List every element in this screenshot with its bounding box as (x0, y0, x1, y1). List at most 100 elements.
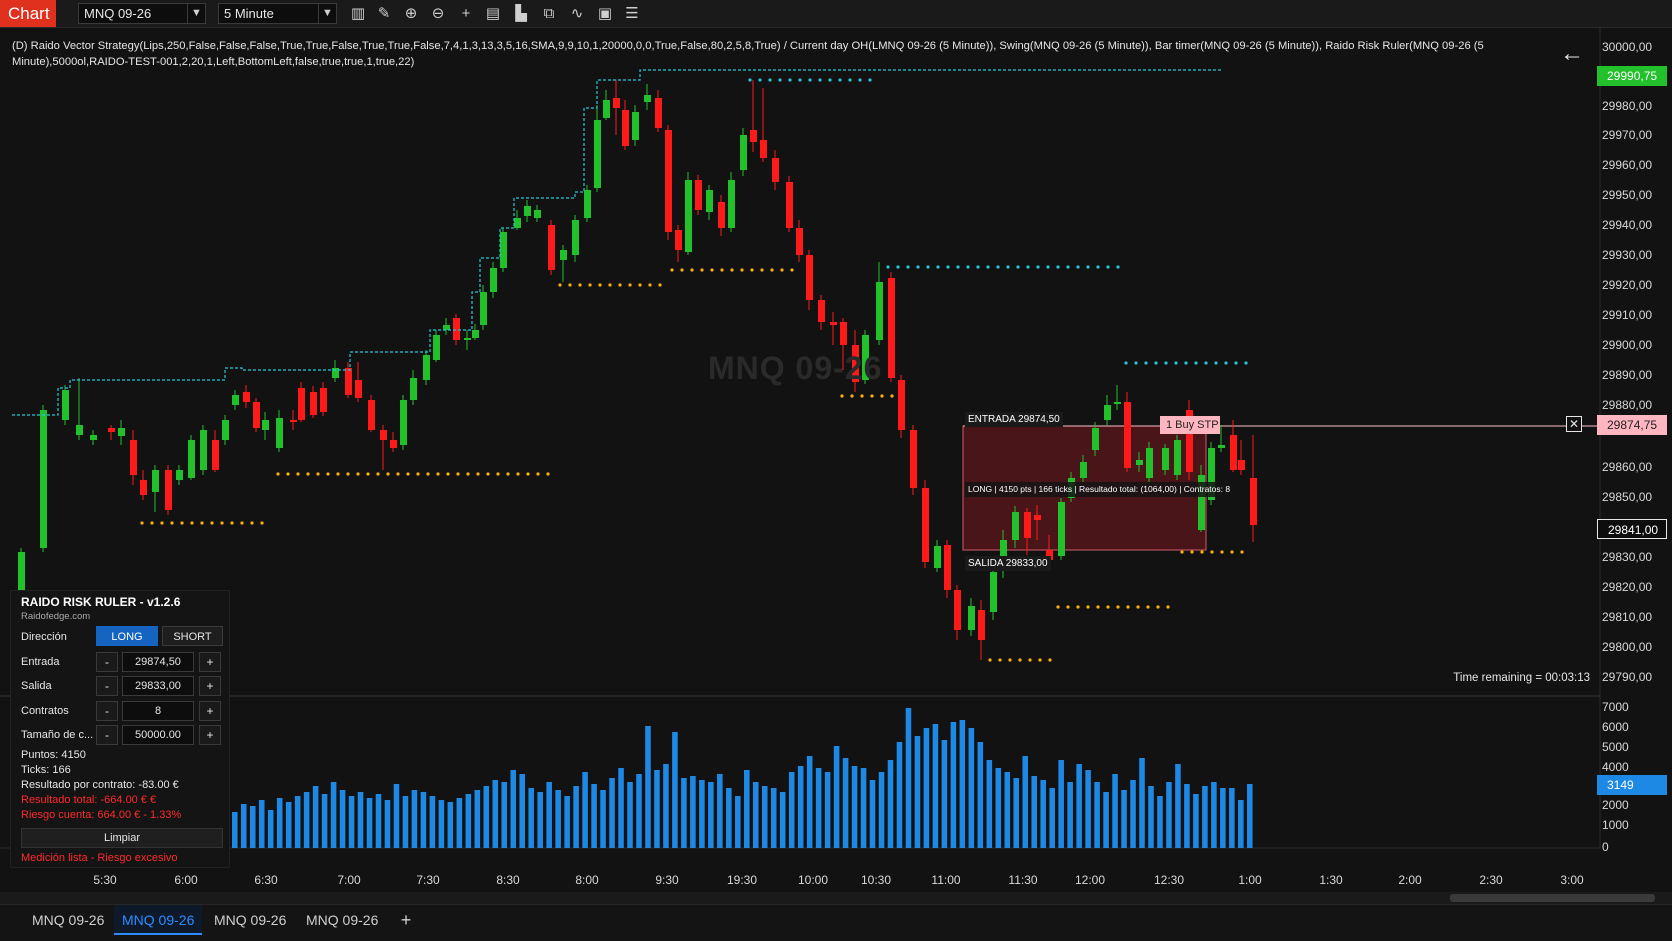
tab-chart-3[interactable]: MNQ 09-26 (206, 905, 294, 935)
entry-plus-button[interactable]: + (199, 652, 221, 672)
volume-bar (303, 792, 310, 848)
interval-select[interactable]: 5 Minute ▼ (218, 3, 337, 24)
tab-chart-1[interactable]: MNQ 09-26 (24, 905, 112, 935)
entry-field[interactable]: 29874,50 (122, 652, 194, 672)
swing-low-dot (720, 268, 724, 272)
price-axis-label: 29880,00 (1602, 398, 1653, 412)
chart-tab[interactable]: Chart (0, 0, 56, 27)
order-tag[interactable]: 1 Buy STP (1160, 416, 1220, 434)
price-axis-label: 29860,00 (1602, 460, 1653, 474)
swing-low-dot (1018, 658, 1022, 662)
size-field[interactable]: 50000.00 (122, 725, 194, 745)
swing-low-dot (1126, 605, 1130, 609)
price-axis-label: 29900,00 (1602, 338, 1653, 352)
swing-high-dot (768, 78, 772, 82)
candle-body (1250, 478, 1257, 525)
candle-body (796, 228, 803, 255)
swing-high-dot (1204, 361, 1208, 365)
volume-axis-label: 5000 (1602, 740, 1629, 754)
long-button[interactable]: LONG (96, 626, 158, 646)
data-box-icon[interactable]: ▙ (511, 4, 531, 24)
swing-high-dot (798, 78, 802, 82)
exit-field[interactable]: 29833,00 (122, 676, 194, 696)
candle-body (18, 552, 25, 590)
volume-bar (708, 782, 714, 848)
volume-bar (1013, 778, 1020, 848)
swing-high-dot (788, 78, 792, 82)
bar-type-icon[interactable]: ▥ (348, 4, 368, 24)
volume-bar (285, 802, 292, 848)
price-chart[interactable] (0, 28, 1672, 904)
volume-bar (770, 788, 777, 848)
swing-low-dot (1066, 605, 1070, 609)
volume-bar (555, 790, 561, 848)
candle-body (1238, 460, 1245, 470)
instrument-select[interactable]: MNQ 09-26 ▼ (78, 3, 206, 24)
candle-body (500, 232, 507, 268)
entry-minus-button[interactable]: - (96, 652, 118, 672)
candle-body (1092, 428, 1099, 450)
volume-bar (887, 760, 894, 848)
time-axis-label: 6:00 (174, 873, 198, 887)
template-icon[interactable]: ▣ (595, 4, 615, 24)
size-plus-button[interactable]: + (199, 725, 221, 745)
size-minus-button[interactable]: - (96, 725, 118, 745)
swing-low-dot (1156, 605, 1160, 609)
clear-button[interactable]: Limpiar (21, 828, 223, 848)
candle-body (830, 322, 837, 325)
price-axis-label: 29950,00 (1602, 188, 1653, 202)
contracts-field[interactable]: 8 (122, 701, 194, 721)
volume-axis-label: 7000 (1602, 700, 1629, 714)
swing-low-dot (568, 283, 572, 287)
volume-bar (312, 786, 319, 848)
candle-body (262, 420, 269, 430)
arrow-left-icon[interactable]: ← (1560, 42, 1586, 68)
swing-low-dot (326, 472, 330, 476)
candle-body (390, 440, 397, 448)
swing-high-dot (1086, 265, 1090, 269)
zoom-out-icon[interactable]: ⊖ (428, 4, 448, 24)
contracts-plus-button[interactable]: + (199, 701, 221, 721)
close-icon[interactable]: ✕ (1566, 416, 1582, 432)
properties-icon[interactable]: ▤ (483, 4, 503, 24)
volume-bar (384, 800, 391, 848)
swing-high-dot (1066, 265, 1070, 269)
candle-body (594, 120, 601, 188)
list-icon[interactable]: ☰ (622, 4, 642, 24)
swing-low-dot (1076, 605, 1080, 609)
short-button[interactable]: SHORT (162, 626, 223, 646)
indicator-icon[interactable]: ∿ (567, 4, 587, 24)
swing-low-dot (546, 472, 550, 476)
candle-body (1034, 515, 1041, 520)
price-axis-label: 29980,00 (1602, 99, 1653, 113)
candle-body (200, 430, 207, 470)
exit-minus-button[interactable]: - (96, 676, 118, 696)
contracts-minus-button[interactable]: - (96, 701, 118, 721)
volume-bar (1247, 784, 1253, 848)
volume-bar (438, 800, 445, 848)
total-result-stat: Resultado total: -664.00 € € (21, 794, 157, 806)
volume-bar (276, 798, 283, 848)
volume-bar (456, 798, 463, 848)
direction-label: Dirección (21, 631, 67, 643)
candle-body (298, 388, 305, 420)
zoom-in-icon[interactable]: ⊕ (401, 4, 421, 24)
volume-bar (717, 774, 723, 848)
swing-high-dot (1026, 265, 1030, 269)
draw-pencil-icon[interactable]: ✎ (374, 4, 394, 24)
add-tab-button[interactable]: + (396, 905, 416, 935)
strategy-icon[interactable]: ⧉ (539, 4, 559, 24)
crosshair-icon[interactable]: + (456, 4, 476, 24)
account-risk-stat: Riesgo cuenta: 664.00 € - 1.33% (21, 809, 182, 821)
time-axis-label: 19:30 (726, 873, 758, 887)
candle-body (718, 202, 725, 228)
swing-high-dot (966, 265, 970, 269)
swing-low-dot (1086, 605, 1090, 609)
swing-low-dot (180, 521, 184, 525)
swing-high-dot (1096, 265, 1100, 269)
swing-high-dot (1006, 265, 1010, 269)
tab-chart-2[interactable]: MNQ 09-26 (114, 905, 203, 935)
exit-plus-button[interactable]: + (199, 676, 221, 696)
swing-low-dot (1190, 550, 1194, 554)
tab-chart-4[interactable]: MNQ 09-26 (298, 905, 386, 935)
